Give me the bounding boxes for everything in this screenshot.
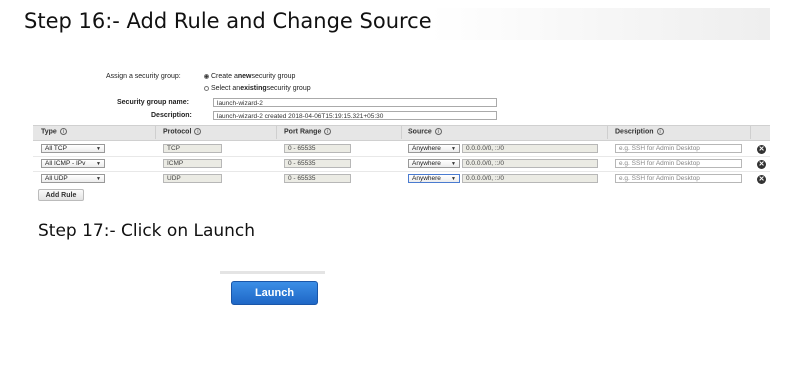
launch-button[interactable]: Launch: [231, 281, 318, 305]
source-select-row2[interactable]: Anywhere ▼: [408, 159, 460, 168]
type-select-row3[interactable]: All UDP ▼: [41, 174, 105, 183]
source-select-row1[interactable]: Anywhere ▼: [408, 144, 460, 153]
add-rule-button[interactable]: Add Rule: [38, 189, 84, 201]
column-divider: [276, 126, 277, 139]
launch-bar-edge: [220, 271, 325, 274]
sg-name-label: Security group name:: [117, 99, 189, 106]
row-divider: [33, 171, 770, 172]
remove-circle-icon[interactable]: ✕: [757, 160, 766, 169]
description-input-row1[interactable]: e.g. SSH for Admin Desktop: [615, 144, 742, 153]
create-option-pre: Create a: [211, 73, 238, 80]
remove-circle-icon[interactable]: ✕: [757, 145, 766, 154]
protocol-field-row2: ICMP: [163, 159, 222, 168]
header-source-label: Source: [408, 128, 432, 136]
sg-description-input[interactable]: launch-wizard-2 created 2018-04-06T15:19…: [213, 111, 497, 120]
remove-circle-icon[interactable]: ✕: [757, 175, 766, 184]
step17-title: Step 17:- Click on Launch: [38, 221, 256, 241]
caret-down-icon: ▼: [451, 160, 456, 167]
cidr-field-row2: 0.0.0.0/0, ::/0: [462, 159, 598, 168]
info-icon[interactable]: i: [434, 128, 442, 135]
type-value: All TCP: [45, 144, 67, 152]
header-protocol[interactable]: Protocol i: [163, 128, 202, 136]
existing-option-bold: existing: [240, 85, 267, 92]
caret-down-icon: ▼: [96, 145, 101, 152]
port-range-field-row1: 0 - 65535: [284, 144, 351, 153]
create-option-post: security group: [251, 73, 296, 80]
create-option-bold: new: [237, 73, 252, 80]
header-type-label: Type: [41, 128, 57, 136]
row-divider: [33, 156, 770, 157]
create-new-sg-option[interactable]: Create a new security group: [204, 73, 295, 80]
cidr-field-row1: 0.0.0.0/0, ::/0: [462, 144, 598, 153]
column-divider: [607, 126, 608, 139]
header-port-range[interactable]: Port Range i: [284, 128, 332, 136]
protocol-field-row3: UDP: [163, 174, 222, 183]
source-value: Anywhere: [412, 174, 441, 182]
port-range-field-row2: 0 - 65535: [284, 159, 351, 168]
port-range-field-row3: 0 - 65535: [284, 174, 351, 183]
protocol-field-row1: TCP: [163, 144, 222, 153]
header-source[interactable]: Source i: [408, 128, 442, 135]
select-existing-sg-option[interactable]: Select an existing security group: [204, 85, 311, 92]
caret-down-icon: ▼: [96, 175, 101, 182]
column-divider: [401, 126, 402, 139]
caret-down-icon: ▼: [451, 145, 456, 152]
existing-option-pre: Select an: [211, 85, 241, 92]
cidr-field-row3: 0.0.0.0/0, ::/0: [462, 174, 598, 183]
description-input-row2[interactable]: e.g. SSH for Admin Desktop: [615, 159, 742, 168]
type-value: All ICMP - IPv: [45, 159, 86, 167]
caret-down-icon: ▼: [451, 175, 456, 182]
header-description[interactable]: Description i: [615, 128, 664, 135]
header-description-label: Description: [615, 128, 654, 136]
type-select-row1[interactable]: All TCP ▼: [41, 144, 105, 153]
sg-name-input[interactable]: launch-wizard-2: [213, 98, 497, 107]
info-icon[interactable]: i: [324, 128, 332, 135]
source-select-row3[interactable]: Anywhere ▼: [408, 174, 460, 183]
column-divider: [155, 126, 156, 139]
source-value: Anywhere: [412, 144, 441, 152]
header-type[interactable]: Type i: [41, 128, 67, 135]
radio-create-new[interactable]: [204, 74, 209, 79]
header-port-range-label: Port Range: [284, 128, 322, 136]
existing-option-post: security group: [266, 85, 311, 92]
step16-title: Step 16:- Add Rule and Change Source: [24, 9, 432, 33]
assign-security-group-label: Assign a security group:: [106, 73, 181, 80]
description-input-row3[interactable]: e.g. SSH for Admin Desktop: [615, 174, 742, 183]
info-icon[interactable]: i: [194, 128, 202, 135]
radio-select-existing[interactable]: [204, 86, 209, 91]
type-value: All UDP: [45, 174, 68, 182]
sg-description-label: Description:: [151, 112, 192, 119]
info-icon[interactable]: i: [656, 128, 664, 135]
header-protocol-label: Protocol: [163, 128, 192, 136]
column-divider: [750, 126, 751, 139]
type-select-row2[interactable]: All ICMP - IPv ▼: [41, 159, 105, 168]
info-icon[interactable]: i: [59, 128, 67, 135]
caret-down-icon: ▼: [96, 160, 101, 167]
source-value: Anywhere: [412, 159, 441, 167]
